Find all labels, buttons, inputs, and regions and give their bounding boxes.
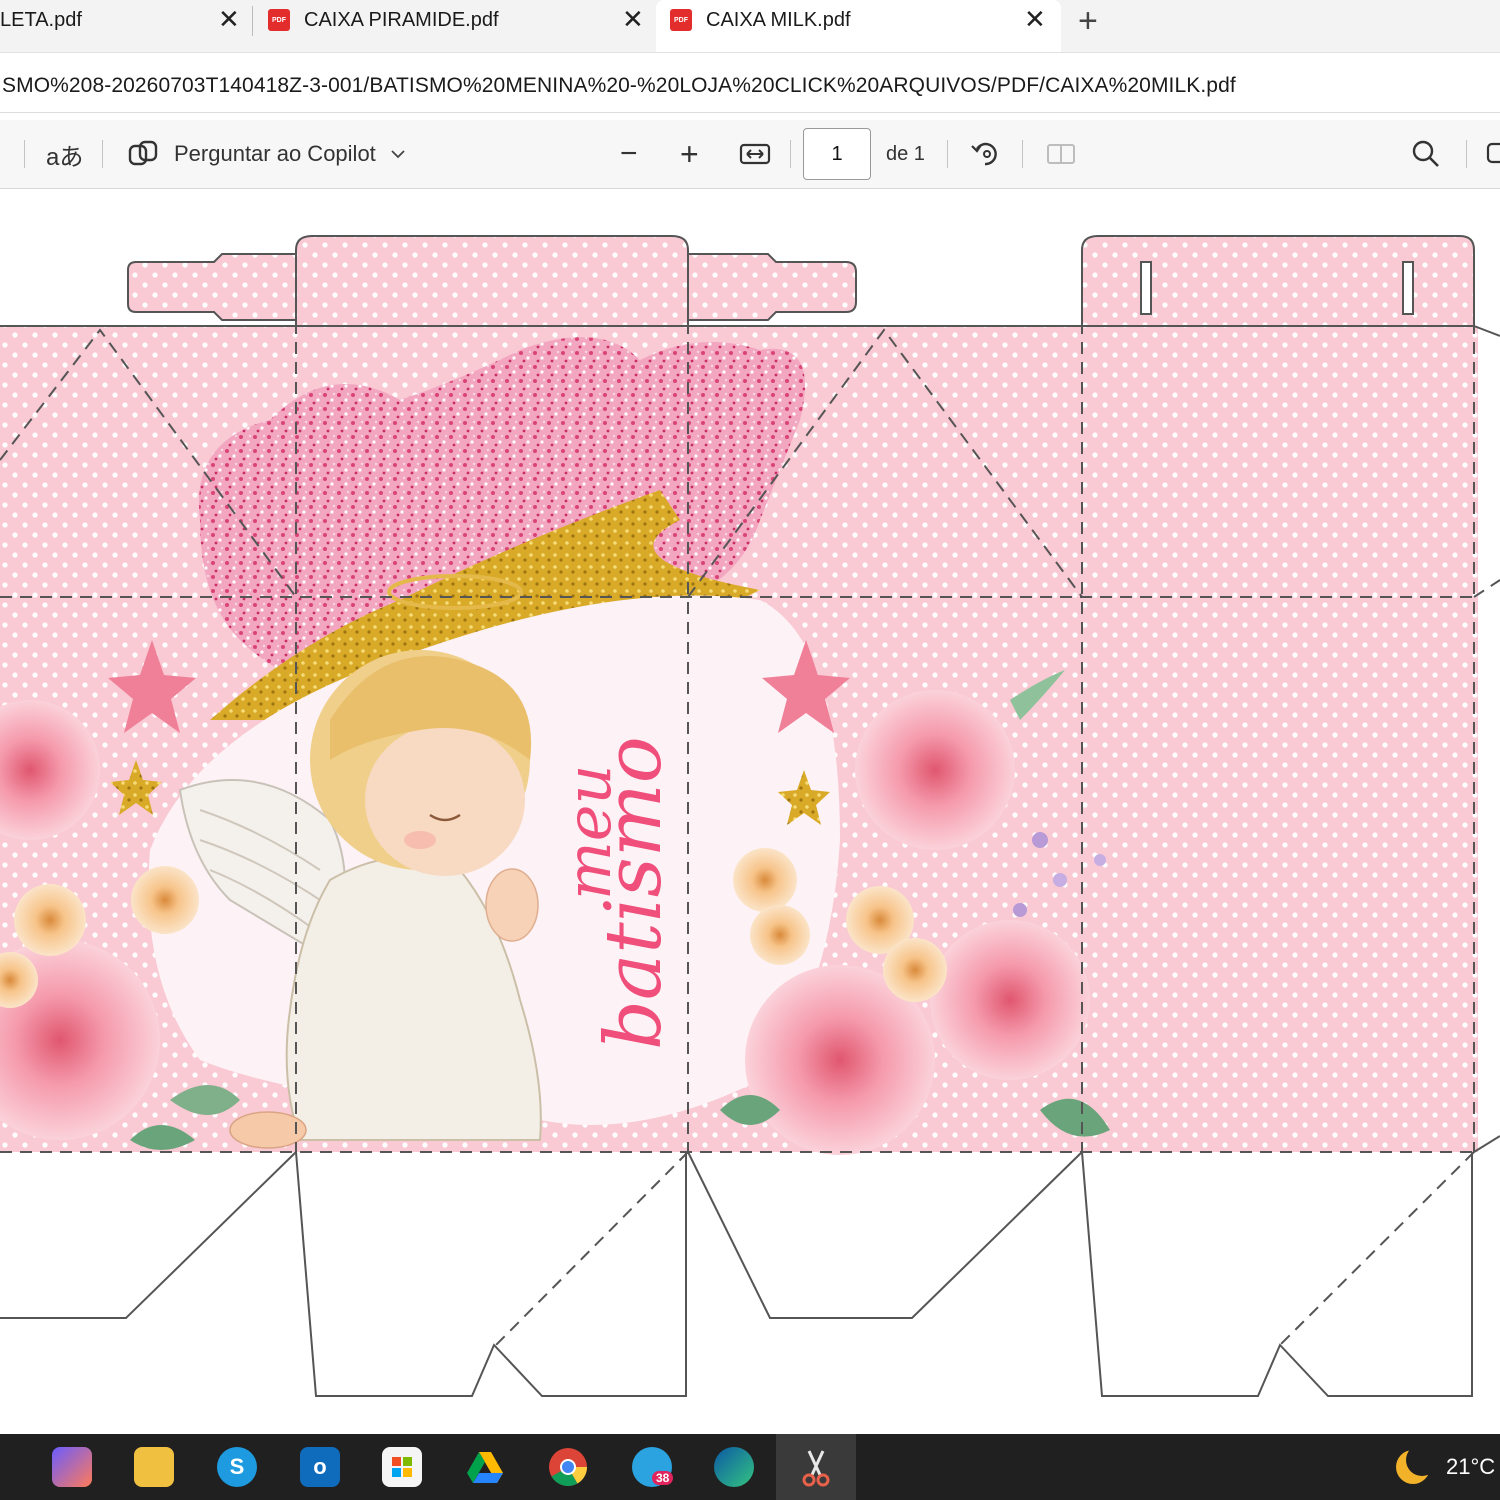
page-number-input[interactable]: 1 — [803, 128, 871, 180]
temperature[interactable]: 21°C — [1446, 1454, 1495, 1480]
toolbar-separator — [947, 140, 948, 168]
script-text-batismo: batismo — [589, 736, 679, 1050]
chevron-down-icon — [391, 150, 405, 159]
close-tab-icon[interactable]: ✕ — [1024, 6, 1046, 32]
file-explorer-icon[interactable] — [134, 1447, 174, 1487]
copilot-button[interactable]: Perguntar ao Copilot — [126, 120, 410, 188]
google-drive-icon[interactable] — [465, 1447, 505, 1487]
outlook-icon[interactable]: o — [300, 1447, 340, 1487]
tab-caixa-piramide[interactable]: PDF CAIXA PIRAMIDE.pdf ✕ — [268, 0, 653, 40]
pdf-page-canvas: meu batismo — [0, 189, 1500, 1434]
slot-left — [1140, 261, 1152, 315]
scissors-icon — [802, 1450, 830, 1487]
fit-width-button[interactable] — [738, 120, 772, 188]
tab-label: CAIXA MILK.pdf — [706, 8, 851, 31]
tab-label: LETA.pdf — [0, 8, 82, 31]
chrome-icon[interactable] — [548, 1447, 588, 1487]
page-view-button[interactable] — [1044, 120, 1078, 188]
toolbar-separator — [1022, 140, 1023, 168]
copilot-icon[interactable] — [52, 1447, 92, 1487]
zoom-out-button[interactable]: − — [620, 120, 638, 188]
zoom-in-button[interactable]: + — [680, 120, 699, 188]
close-tab-icon[interactable]: ✕ — [622, 6, 644, 32]
zoom-in-icon: + — [680, 135, 699, 172]
tab-separator — [252, 6, 253, 36]
pdf-file-icon: PDF — [268, 9, 290, 31]
skype-icon[interactable]: S — [217, 1447, 257, 1487]
bottom-flaps — [0, 1135, 1500, 1397]
toolbar-separator — [790, 140, 791, 168]
telegram-icon[interactable]: 38 — [632, 1447, 674, 1487]
new-tab-button[interactable]: + — [1078, 2, 1098, 41]
page-total: de 1 — [886, 142, 925, 165]
angel-face — [365, 724, 525, 876]
search-button[interactable] — [1410, 120, 1442, 188]
copilot-label: Perguntar ao Copilot — [174, 141, 376, 166]
read-aloud-button[interactable]: aあ — [46, 120, 83, 188]
side-tab-right — [687, 253, 857, 321]
rotate-icon — [971, 142, 997, 166]
url-text[interactable]: SMO%208-20260703T140418Z-3-001/BATISMO%2… — [2, 74, 1236, 98]
two-page-view-icon — [1047, 144, 1075, 164]
address-bar[interactable]: SMO%208-20260703T140418Z-3-001/BATISMO%2… — [0, 60, 1500, 113]
store-icon[interactable] — [382, 1447, 422, 1487]
save-icon — [1486, 142, 1500, 164]
pdf-file-icon: PDF — [670, 9, 692, 31]
toolbar-separator — [24, 140, 25, 168]
close-tab-icon[interactable]: ✕ — [218, 6, 240, 32]
drive-triangle-icon — [467, 1452, 503, 1483]
chrome-logo-icon — [549, 1448, 588, 1487]
tab-caixa-milk[interactable]: PDF CAIXA MILK.pdf ✕ — [656, 0, 1061, 52]
copilot-icon — [128, 140, 158, 166]
milk-box-template: meu batismo — [0, 235, 1500, 1397]
rotate-button[interactable] — [968, 120, 1002, 188]
pdf-toolbar: aあ Perguntar ao Copilot − + 1 de 1 — [0, 120, 1500, 189]
fit-width-icon — [739, 143, 771, 165]
telegram-badge: 38 — [652, 1471, 674, 1485]
tab-leta[interactable]: LETA.pdf ✕ — [0, 0, 250, 40]
toolbar-separator — [1466, 140, 1467, 168]
read-aloud-icon: aあ — [46, 143, 84, 171]
snipping-tool-icon[interactable] — [796, 1447, 836, 1487]
top-flap — [295, 235, 689, 327]
windows-taskbar: S o 38 21°C — [0, 1434, 1500, 1500]
toolbar-separator — [102, 140, 103, 168]
tab-strip: LETA.pdf ✕ PDF CAIXA PIRAMIDE.pdf ✕ PDF … — [0, 0, 1500, 53]
store-grid-icon — [392, 1457, 412, 1477]
slot-right — [1402, 261, 1414, 315]
edge-icon[interactable] — [714, 1447, 754, 1487]
moon-shadow — [1406, 1444, 1438, 1476]
search-icon — [1412, 140, 1439, 167]
side-tab-left — [127, 253, 297, 321]
tab-label: CAIXA PIRAMIDE.pdf — [304, 8, 499, 31]
overflow-button[interactable] — [1484, 120, 1500, 188]
zoom-out-icon: − — [620, 137, 638, 170]
